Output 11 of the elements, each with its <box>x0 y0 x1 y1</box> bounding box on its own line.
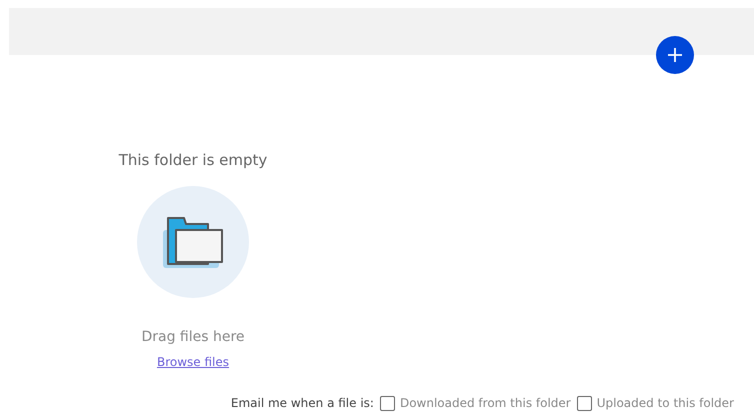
email-label: Email me when a file is: <box>230 395 374 412</box>
add-button[interactable] <box>656 36 694 74</box>
checkbox-label: Uploaded to this folder <box>596 395 734 412</box>
plus-icon <box>666 46 684 64</box>
browse-files-link[interactable]: Browse files <box>156 354 230 370</box>
checkbox-label: Downloaded from this folder <box>400 395 571 412</box>
empty-folder-title: This folder is empty <box>118 150 268 170</box>
checkbox[interactable] <box>380 396 395 410</box>
checkbox[interactable] <box>576 396 592 410</box>
drag-hint: Drag files here <box>141 328 245 346</box>
folder-icon <box>161 214 225 270</box>
